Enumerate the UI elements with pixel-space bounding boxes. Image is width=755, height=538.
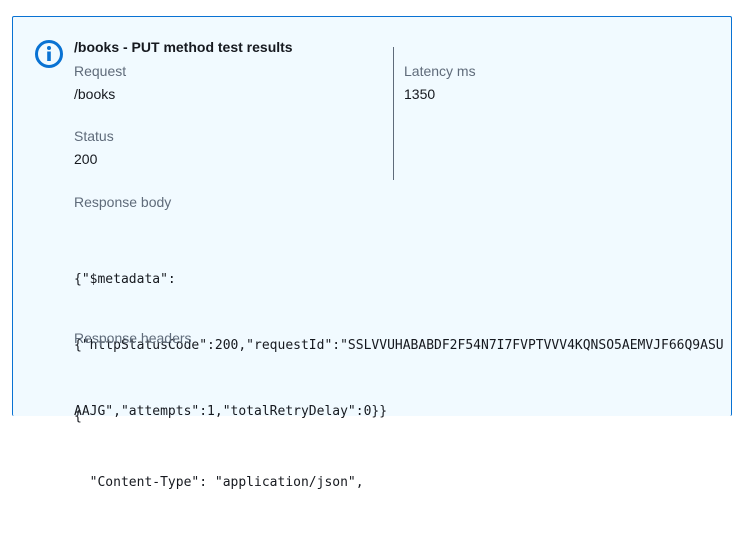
latency-label: Latency ms [404,63,476,79]
test-results-panel: /books - PUT method test results Request… [12,16,732,490]
panel-title: /books - PUT method test results [74,39,293,55]
response-body-label: Response body [74,194,172,210]
response-headers-line: { [74,409,82,424]
latency-value: 1350 [404,86,436,102]
response-headers-label: Response headers [74,330,192,346]
response-headers-line: "Content-Type": "application/json", [74,475,364,490]
response-headers-code: { "Content-Type": "application/json", [74,362,364,538]
request-value: /books [74,86,116,102]
response-body-line: {"$metadata": [74,272,176,287]
column-divider [393,47,394,180]
status-label: Status [74,128,114,144]
request-label: Request [74,63,127,79]
info-circle-icon [35,40,63,68]
status-value: 200 [74,151,98,167]
